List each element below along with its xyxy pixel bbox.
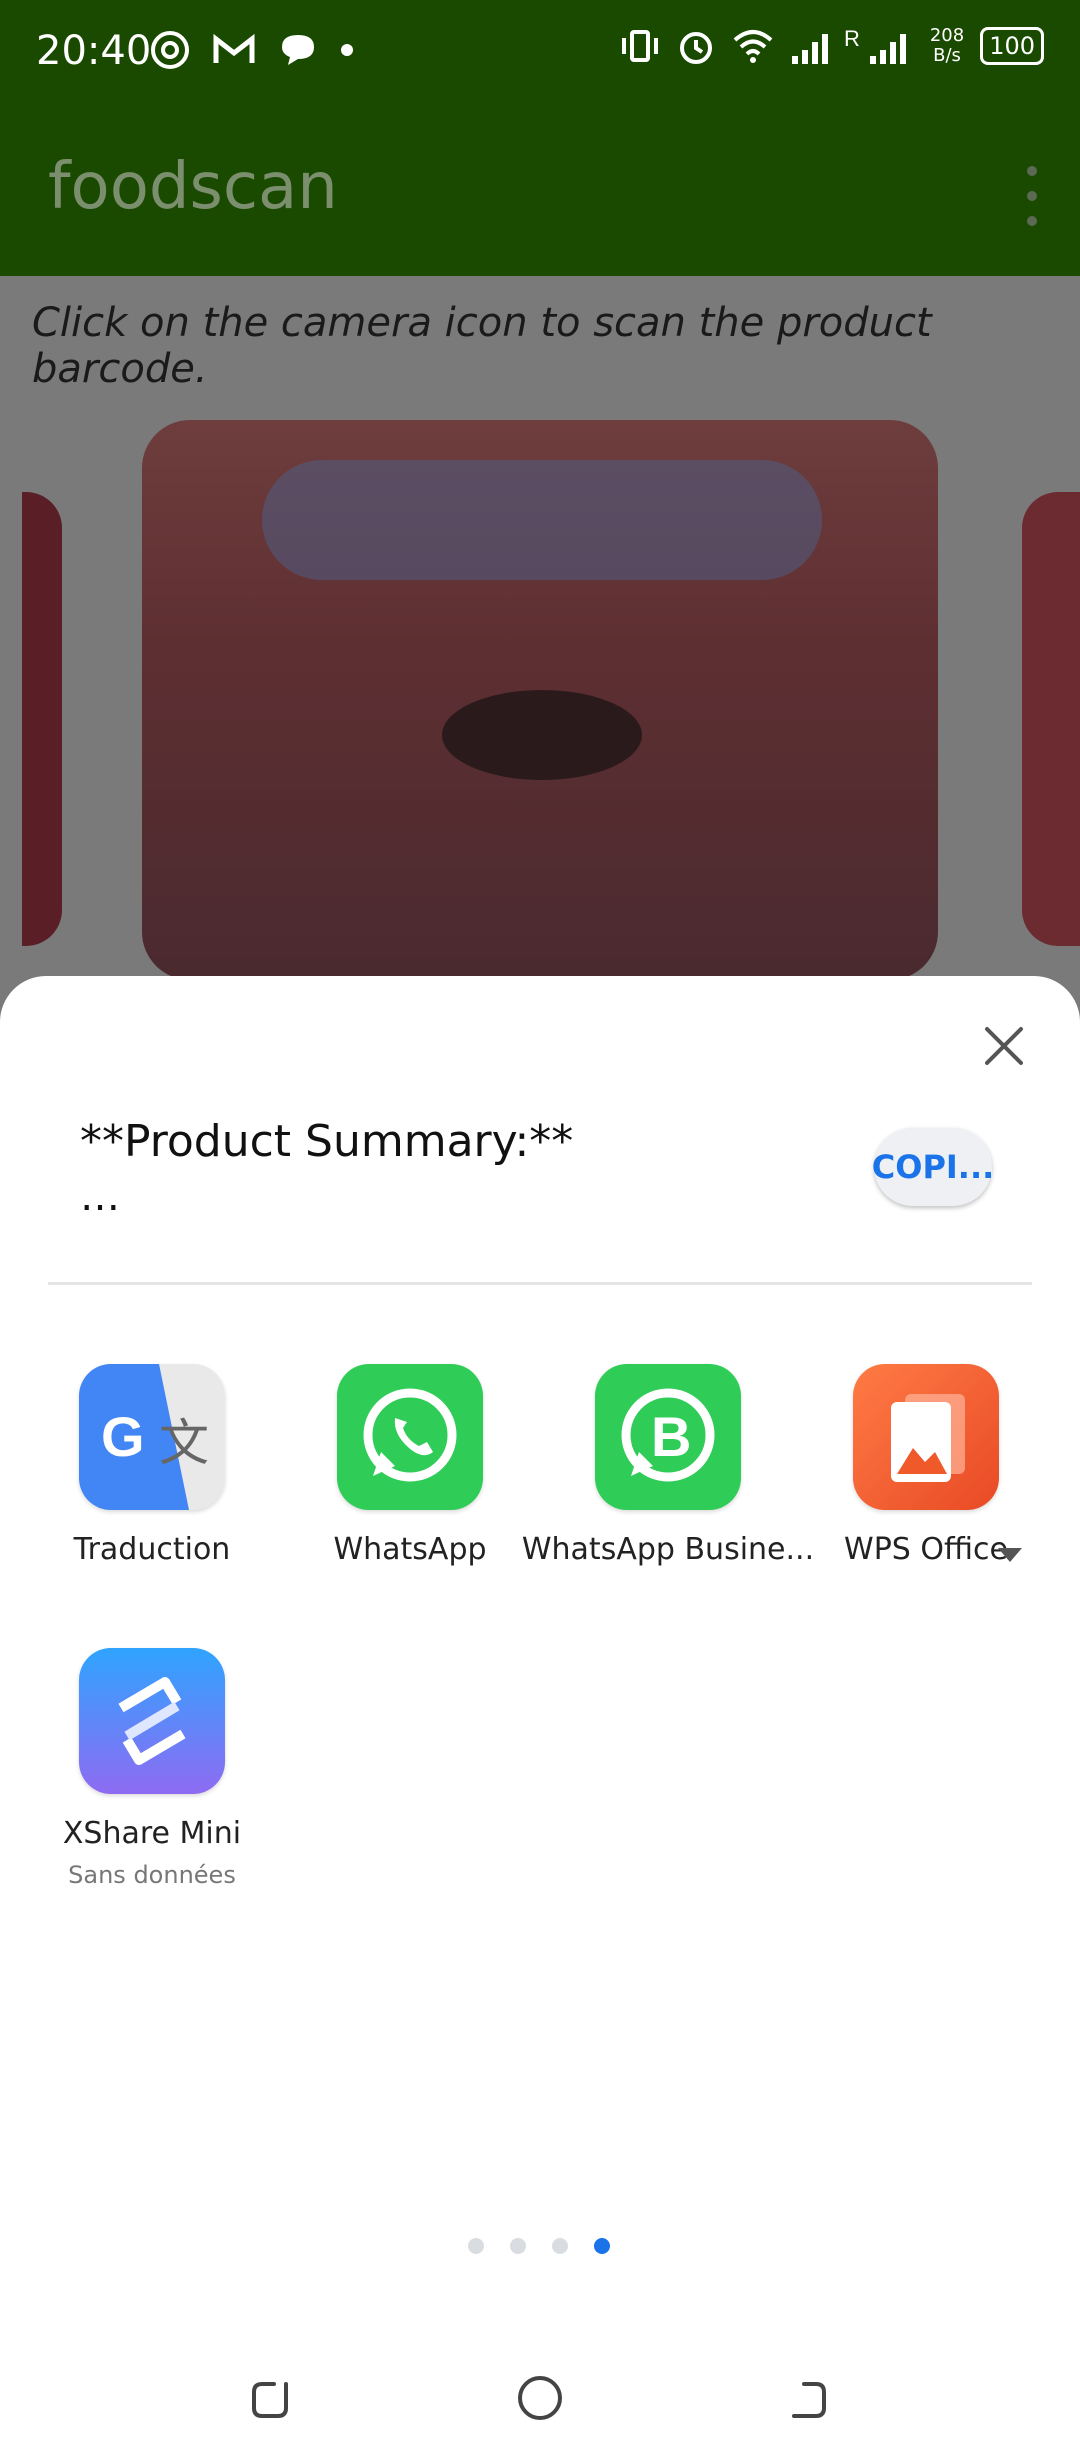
- app-title: foodscan: [48, 150, 338, 224]
- battery-indicator: 100: [980, 27, 1044, 65]
- wifi-icon: [733, 30, 773, 63]
- overflow-menu-icon[interactable]: [1022, 166, 1042, 226]
- page-dot[interactable]: [552, 2238, 568, 2254]
- system-icons: R 208 B/s 100: [620, 26, 1044, 66]
- share-target-label: Traduction: [73, 1532, 231, 1567]
- share-target-whatsapp[interactable]: WhatsApp: [280, 1364, 540, 1567]
- share-target-traduction[interactable]: G 文 Traduction: [22, 1364, 282, 1567]
- chat-bubble-icon: [282, 35, 314, 65]
- page-dot-active[interactable]: [594, 2238, 610, 2254]
- page-indicator: [468, 2238, 610, 2254]
- carousel-card-previous[interactable]: [22, 492, 62, 946]
- net-speed-value: 208: [929, 25, 965, 46]
- scan-instruction: Click on the camera icon to scan the pro…: [32, 300, 932, 392]
- google-translate-icon: G 文: [79, 1364, 225, 1510]
- dot-icon: [341, 44, 353, 56]
- signal-roaming-icon: [869, 34, 906, 64]
- share-target-label: WPS Office: [844, 1532, 1008, 1567]
- product-image: [262, 460, 822, 580]
- share-target-sublabel: Sans données: [68, 1861, 236, 1889]
- carousel-card-next[interactable]: [1022, 492, 1080, 946]
- share-preview-text: **Product Summary:**: [80, 1116, 574, 1167]
- svg-text:B: B: [651, 1405, 691, 1468]
- app-bar: foodscan: [0, 110, 1080, 276]
- page-dot[interactable]: [510, 2238, 526, 2254]
- share-preview-ellipsis: …: [80, 1174, 120, 1220]
- roaming-label: R: [843, 26, 860, 51]
- svg-text:G: G: [101, 1405, 145, 1468]
- copy-button[interactable]: COPI...: [872, 1128, 994, 1206]
- net-speed: 208 B/s: [930, 26, 964, 66]
- share-target-label: XShare Mini: [62, 1816, 242, 1851]
- page-dot[interactable]: [468, 2238, 484, 2254]
- alarm-icon: [679, 32, 712, 64]
- net-speed-unit: B/s: [933, 45, 961, 66]
- whatsapp-icon: [337, 1364, 483, 1510]
- back-icon[interactable]: [784, 2374, 832, 2422]
- expand-arrow-icon[interactable]: [998, 1548, 1022, 1562]
- share-target-whatsapp-business[interactable]: B WhatsApp Busine...: [522, 1364, 814, 1567]
- notification-icons: [150, 30, 354, 70]
- close-icon[interactable]: [982, 1024, 1026, 1068]
- share-target-label: WhatsApp: [333, 1532, 487, 1567]
- share-sheet: **Product Summary:** … COPI... G 文 Tradu…: [0, 976, 1080, 2460]
- wps-office-icon: [853, 1364, 999, 1510]
- vibrate-icon: [621, 30, 658, 62]
- share-target-label: WhatsApp Busine...: [521, 1532, 815, 1567]
- xshare-icon: [79, 1648, 225, 1794]
- gmail-icon: [213, 33, 255, 63]
- share-target-xshare-mini[interactable]: XShare Mini Sans données: [22, 1648, 282, 1889]
- navigation-bar: [0, 2340, 1080, 2460]
- whatsapp-business-icon: B: [595, 1364, 741, 1510]
- svg-text:文: 文: [159, 1414, 209, 1472]
- status-bar: 20:40 R 208 B/s 100: [0, 0, 1080, 110]
- divider: [48, 1282, 1032, 1285]
- home-icon[interactable]: [516, 2374, 564, 2422]
- status-time: 20:40: [36, 28, 152, 74]
- signal-icon: [791, 34, 828, 64]
- product-image-detail: [442, 690, 642, 780]
- share-target-wps-office[interactable]: WPS Office: [796, 1364, 1056, 1567]
- recent-apps-icon[interactable]: [246, 2374, 294, 2422]
- chrome-icon: [151, 31, 189, 69]
- product-image-card[interactable]: [142, 420, 938, 980]
